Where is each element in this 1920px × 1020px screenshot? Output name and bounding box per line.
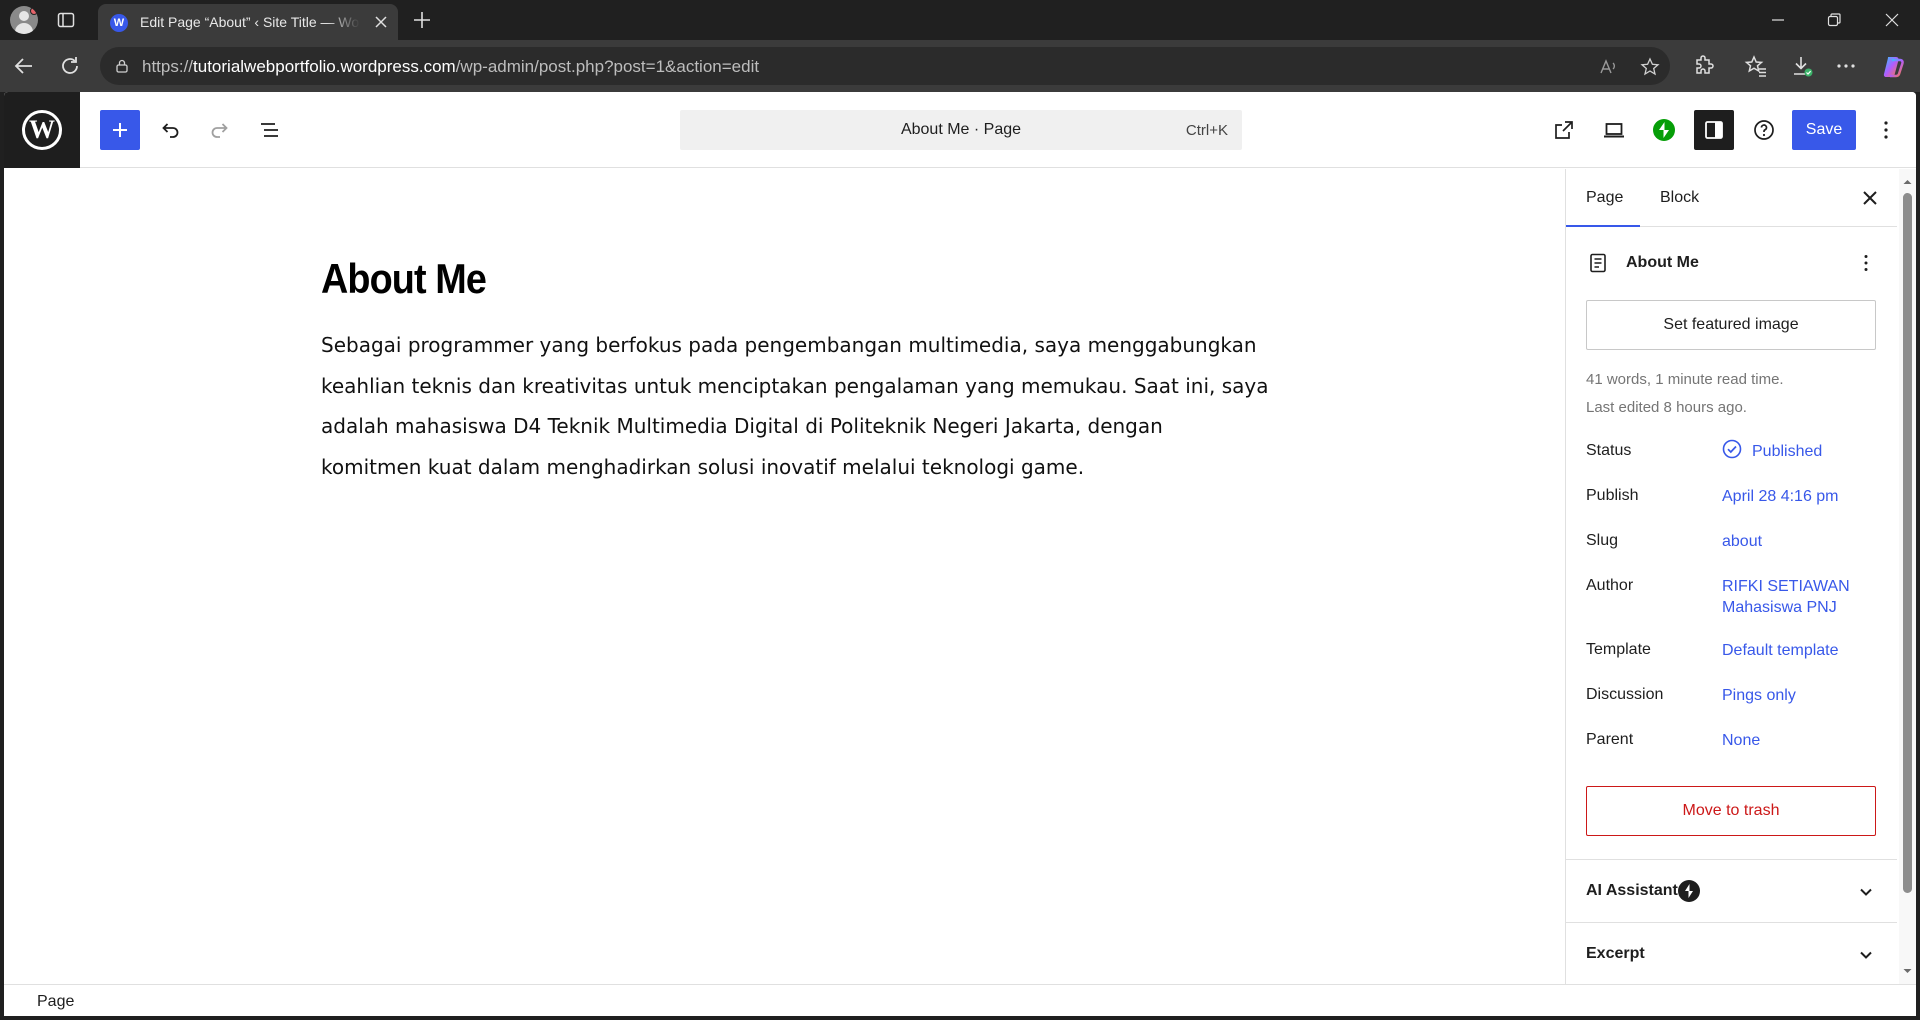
excerpt-panel[interactable]: Excerpt — [1566, 922, 1897, 984]
wordpress-favicon-icon: W — [110, 14, 128, 32]
more-menu-icon[interactable] — [1834, 54, 1858, 78]
command-palette-bar[interactable]: About Me · Page Ctrl+K — [680, 110, 1242, 150]
back-icon[interactable] — [12, 54, 36, 78]
redo-icon[interactable] — [200, 110, 240, 150]
move-to-trash-button[interactable]: Move to trash — [1586, 786, 1876, 836]
excerpt-title: Excerpt — [1586, 945, 1645, 962]
jetpack-icon[interactable] — [1644, 110, 1684, 150]
downloads-icon[interactable] — [1790, 54, 1814, 78]
favorite-star-icon[interactable] — [1640, 57, 1660, 77]
settings-sidebar-toggle-icon[interactable] — [1694, 110, 1734, 150]
save-button[interactable]: Save — [1792, 110, 1856, 150]
parent-value[interactable]: None — [1722, 730, 1760, 751]
published-check-icon — [1722, 439, 1742, 459]
document-title: About Me · Page — [900, 121, 1022, 138]
chevron-down-icon[interactable] — [1856, 945, 1876, 965]
tab-block[interactable]: Block — [1660, 169, 1699, 227]
slug-value[interactable]: about — [1722, 531, 1762, 552]
jetpack-ai-icon — [1678, 880, 1700, 902]
tab-actions-icon[interactable] — [56, 10, 76, 30]
settings-sidebar: Page Block About Me Set featured image 4… — [1565, 169, 1897, 984]
options-icon[interactable] — [1866, 110, 1906, 150]
discussion-value[interactable]: Pings only — [1722, 685, 1796, 706]
profile-avatar-icon[interactable] — [10, 6, 38, 34]
extensions-icon[interactable] — [1692, 54, 1716, 78]
last-edited-text: Last edited 8 hours ago. — [1586, 399, 1747, 416]
browser-tab-active[interactable]: W Edit Page “About” ‹ Site Title — WordP… — [98, 4, 398, 40]
template-value[interactable]: Default template — [1722, 640, 1839, 661]
parent-label: Parent — [1586, 731, 1634, 748]
page-summary-header: About Me — [1586, 247, 1876, 277]
page-document-icon — [1586, 251, 1610, 275]
close-sidebar-icon[interactable] — [1860, 188, 1880, 208]
shortcut-hint: Ctrl+K — [1185, 122, 1228, 139]
tab-title: Edit Page “About” ‹ Site Title — WordPre… — [140, 14, 360, 30]
minimize-icon[interactable] — [1770, 12, 1786, 28]
template-label: Template — [1586, 641, 1651, 658]
restore-icon[interactable] — [1826, 12, 1842, 28]
close-window-icon[interactable] — [1884, 12, 1900, 28]
author-description: Mahasiswa PNJ — [1722, 599, 1837, 616]
url-text: https://tutorialwebportfolio.wordpress.c… — [142, 57, 760, 76]
block-inserter-button[interactable] — [100, 110, 140, 150]
set-featured-image-button[interactable]: Set featured image — [1586, 300, 1876, 350]
browser-titlebar: W Edit Page “About” ‹ Site Title — WordP… — [0, 0, 1920, 40]
preview-device-icon[interactable] — [1594, 110, 1634, 150]
slug-label: Slug — [1586, 532, 1619, 549]
publish-label: Publish — [1586, 487, 1639, 504]
status-value[interactable]: Published — [1752, 441, 1822, 462]
paragraph-line: komitmen kuat dalam menghadirkan solusi … — [321, 454, 1085, 479]
page-summary-title: About Me — [1626, 254, 1699, 271]
ai-assistant-title: AI Assistant — [1586, 882, 1678, 899]
post-title[interactable]: About Me — [321, 255, 487, 303]
favorites-icon[interactable] — [1744, 54, 1768, 78]
editor-header: W About Me · Page Ctrl+K Save — [4, 92, 1916, 168]
copilot-icon[interactable] — [1880, 54, 1904, 78]
document-overview-icon[interactable] — [250, 110, 290, 150]
page-actions-icon[interactable] — [1854, 251, 1878, 275]
site-info-icon[interactable] — [114, 58, 130, 74]
wordpress-editor: W About Me · Page Ctrl+K Save About Me S… — [4, 92, 1916, 1016]
discussion-label: Discussion — [1586, 686, 1664, 703]
paragraph-line: Sebagai programmer yang berfokus pada pe… — [321, 333, 1257, 357]
wordpress-logo-icon[interactable]: W — [4, 92, 80, 168]
read-aloud-icon[interactable] — [1598, 57, 1618, 77]
sidebar-tabs: Page Block — [1566, 169, 1897, 227]
post-paragraph[interactable]: Sebagai programmer yang berfokus pada pe… — [321, 325, 1269, 487]
view-page-external-icon[interactable] — [1544, 110, 1584, 150]
paragraph-line: keahlian teknis dan kreativitas untuk me… — [321, 373, 1269, 398]
author-value[interactable]: RIFKI SETIAWAN Mahasiswa PNJ — [1722, 576, 1850, 618]
help-icon[interactable] — [1744, 110, 1784, 150]
publish-date-value[interactable]: April 28 4:16 pm — [1722, 486, 1839, 507]
author-label: Author — [1586, 577, 1634, 594]
sidebar-scrollbar[interactable] — [1899, 169, 1916, 984]
block-breadcrumb-bar: Page — [4, 984, 1916, 1016]
word-count-text: 41 words, 1 minute read time. — [1586, 371, 1784, 388]
paragraph-line: adalah mahasiswa D4 Teknik Multimedia Di… — [321, 414, 1163, 438]
reload-icon[interactable] — [58, 54, 82, 78]
tab-page[interactable]: Page — [1566, 169, 1640, 227]
status-label: Status — [1586, 442, 1632, 459]
ai-assistant-panel[interactable]: AI Assistant — [1566, 859, 1897, 922]
new-tab-icon[interactable] — [412, 10, 432, 30]
browser-toolbar: https://tutorialwebportfolio.wordpress.c… — [0, 40, 1920, 92]
chevron-down-icon[interactable] — [1856, 882, 1876, 902]
address-bar[interactable]: https://tutorialwebportfolio.wordpress.c… — [100, 47, 1670, 85]
breadcrumb-page[interactable]: Page — [37, 993, 74, 1011]
author-name: RIFKI SETIAWAN — [1722, 578, 1850, 595]
editor-canvas[interactable]: About Me Sebagai programmer yang berfoku… — [4, 169, 1564, 984]
tab-close-icon[interactable] — [374, 15, 388, 29]
undo-icon[interactable] — [150, 110, 190, 150]
